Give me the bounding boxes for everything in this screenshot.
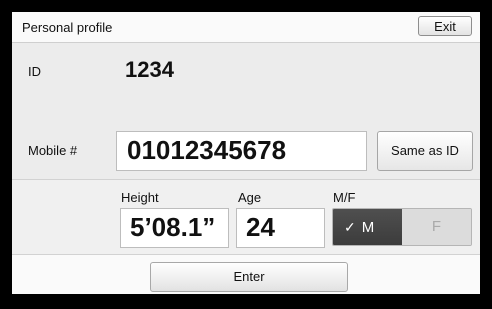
height-value: 5’08.1”: [130, 212, 216, 242]
gender-male-option[interactable]: ✓ M: [333, 209, 402, 245]
title-bar: Personal profile Exit: [12, 12, 480, 43]
check-icon: ✓: [344, 219, 356, 235]
exit-button[interactable]: Exit: [418, 16, 472, 36]
gender-male-label: M: [361, 219, 375, 236]
gender-female-option[interactable]: F: [402, 209, 471, 245]
age-value: 24: [246, 212, 275, 242]
enter-button[interactable]: Enter: [150, 262, 348, 292]
mobile-label: Mobile #: [28, 143, 78, 158]
id-label: ID: [28, 64, 41, 79]
gender-label: M/F: [333, 190, 356, 205]
age-label: Age: [238, 190, 262, 205]
gender-female-label: F: [431, 218, 442, 235]
mobile-value: 01012345678: [127, 135, 287, 165]
height-label: Height: [121, 190, 159, 205]
page-title: Personal profile: [22, 20, 113, 35]
profile-window: Personal profile Exit ID 1234 Mobile # 0…: [12, 12, 480, 294]
gender-toggle: ✓ M F: [332, 208, 472, 246]
height-field[interactable]: 5’08.1”: [120, 208, 229, 248]
mobile-field[interactable]: 01012345678: [116, 131, 367, 171]
section-divider: [12, 179, 480, 180]
age-field[interactable]: 24: [236, 208, 325, 248]
id-value: 1234: [125, 57, 174, 82]
same-as-id-button[interactable]: Same as ID: [377, 131, 473, 171]
